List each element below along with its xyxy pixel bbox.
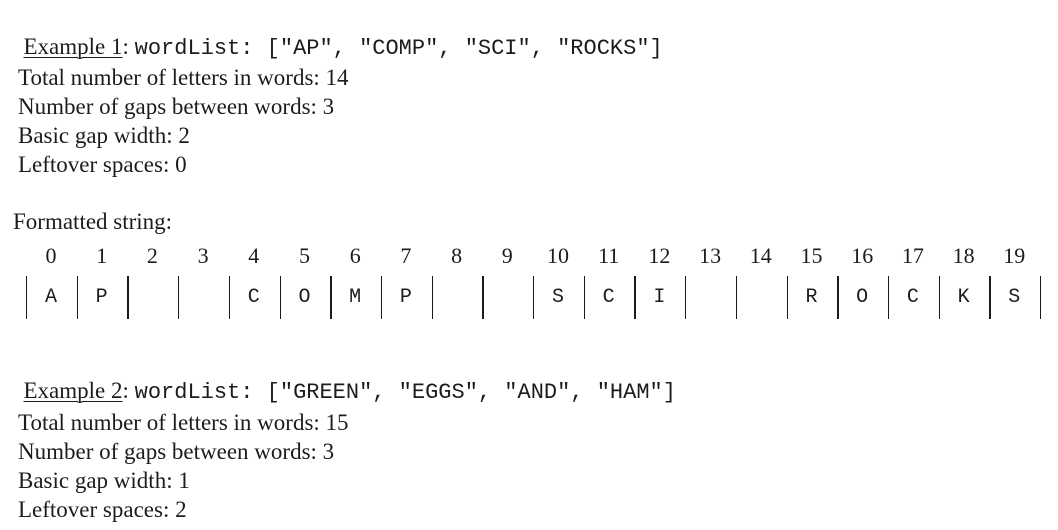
index-label: 19 [1003,243,1026,268]
cell-char: S [1008,286,1021,309]
index-label: 16 [851,243,874,268]
cell-char: K [957,286,970,309]
cell-divider [685,276,687,319]
cell-char: C [602,286,615,309]
index-label: 1 [96,243,108,268]
example-2-label: Example 2 [23,378,123,403]
cell-char: P [95,286,108,309]
index-label: 10 [547,243,569,268]
index-label: 8 [451,243,463,268]
cell-char: R [805,286,818,309]
index-label: 15 [800,243,823,268]
index-label: 3 [197,243,209,268]
example-2-wordlist: wordList: ["GREEN", "EGGS", "AND", "HAM"… [134,380,676,405]
example-1-stat-leftover: Leftover spaces: 0 [18,152,187,177]
cell-divider [1040,276,1042,319]
cell-char: O [298,286,311,309]
cell-divider [380,276,383,319]
cell-divider [127,276,129,319]
cell-divider [938,276,940,319]
cell-char: S [551,286,564,309]
cell-divider [431,276,433,319]
cell-divider [583,276,586,319]
example-2-stat-gap-width: Basic gap width: 1 [18,468,190,493]
index-label: 9 [501,243,513,268]
cell-char: I [653,286,666,309]
cell-divider [330,276,332,319]
cell-char: M [349,286,362,309]
index-label: 6 [349,243,361,268]
cell-divider [482,276,484,319]
cell-divider [279,276,281,319]
cell-char: C [247,286,260,309]
formatted-string-label: Formatted string: [13,209,173,234]
index-label: 2 [146,243,158,268]
cell-divider [837,276,839,319]
cell-char: O [856,286,869,309]
example-2-colon: : [122,378,135,403]
cell-divider [26,276,28,319]
index-label: 11 [598,243,620,268]
index-label: 18 [952,243,975,268]
example-1-stat-gap-width: Basic gap width: 2 [18,123,190,148]
cell-char: P [399,286,412,309]
cell-divider [533,276,535,319]
cell-divider [786,276,788,319]
example-2-heading: Example 2: wordList: ["GREEN", "EGGS", "… [12,352,676,406]
example-2-stat-gap-count: Number of gaps between words: 3 [18,439,335,464]
cell-divider [228,276,231,319]
example-2-stat-leftover: Leftover spaces: 2 [18,497,187,522]
cell-divider [989,276,991,319]
index-label: 5 [299,243,310,268]
cell-char: C [906,286,919,309]
cell-divider [76,276,79,319]
example-1-wordlist: wordList: ["AP", "COMP", "SCI", "ROCKS"] [134,36,663,61]
index-label: 12 [648,243,671,268]
index-label: 13 [699,243,722,268]
cell-divider [634,276,636,319]
index-label: 17 [901,243,924,268]
index-label: 4 [248,243,260,268]
example-1-stat-gap-count: Number of gaps between words: 3 [18,94,335,119]
example-1-stat-total-letters: Total number of letters in words: 14 [18,65,349,90]
cell-divider [735,276,738,319]
index-label: 7 [400,243,412,268]
cell-divider [178,276,180,319]
example-2-stat-total-letters: Total number of letters in words: 15 [18,410,349,435]
example-1-label: Example 1 [23,34,123,59]
index-label: 0 [45,243,57,268]
cell-char: A [44,286,57,309]
example-1-colon: : [122,34,135,59]
example-1-heading: Example 1: wordList: ["AP", "COMP", "SCI… [12,8,663,62]
cell-divider [887,276,890,319]
index-label: 14 [749,243,772,268]
